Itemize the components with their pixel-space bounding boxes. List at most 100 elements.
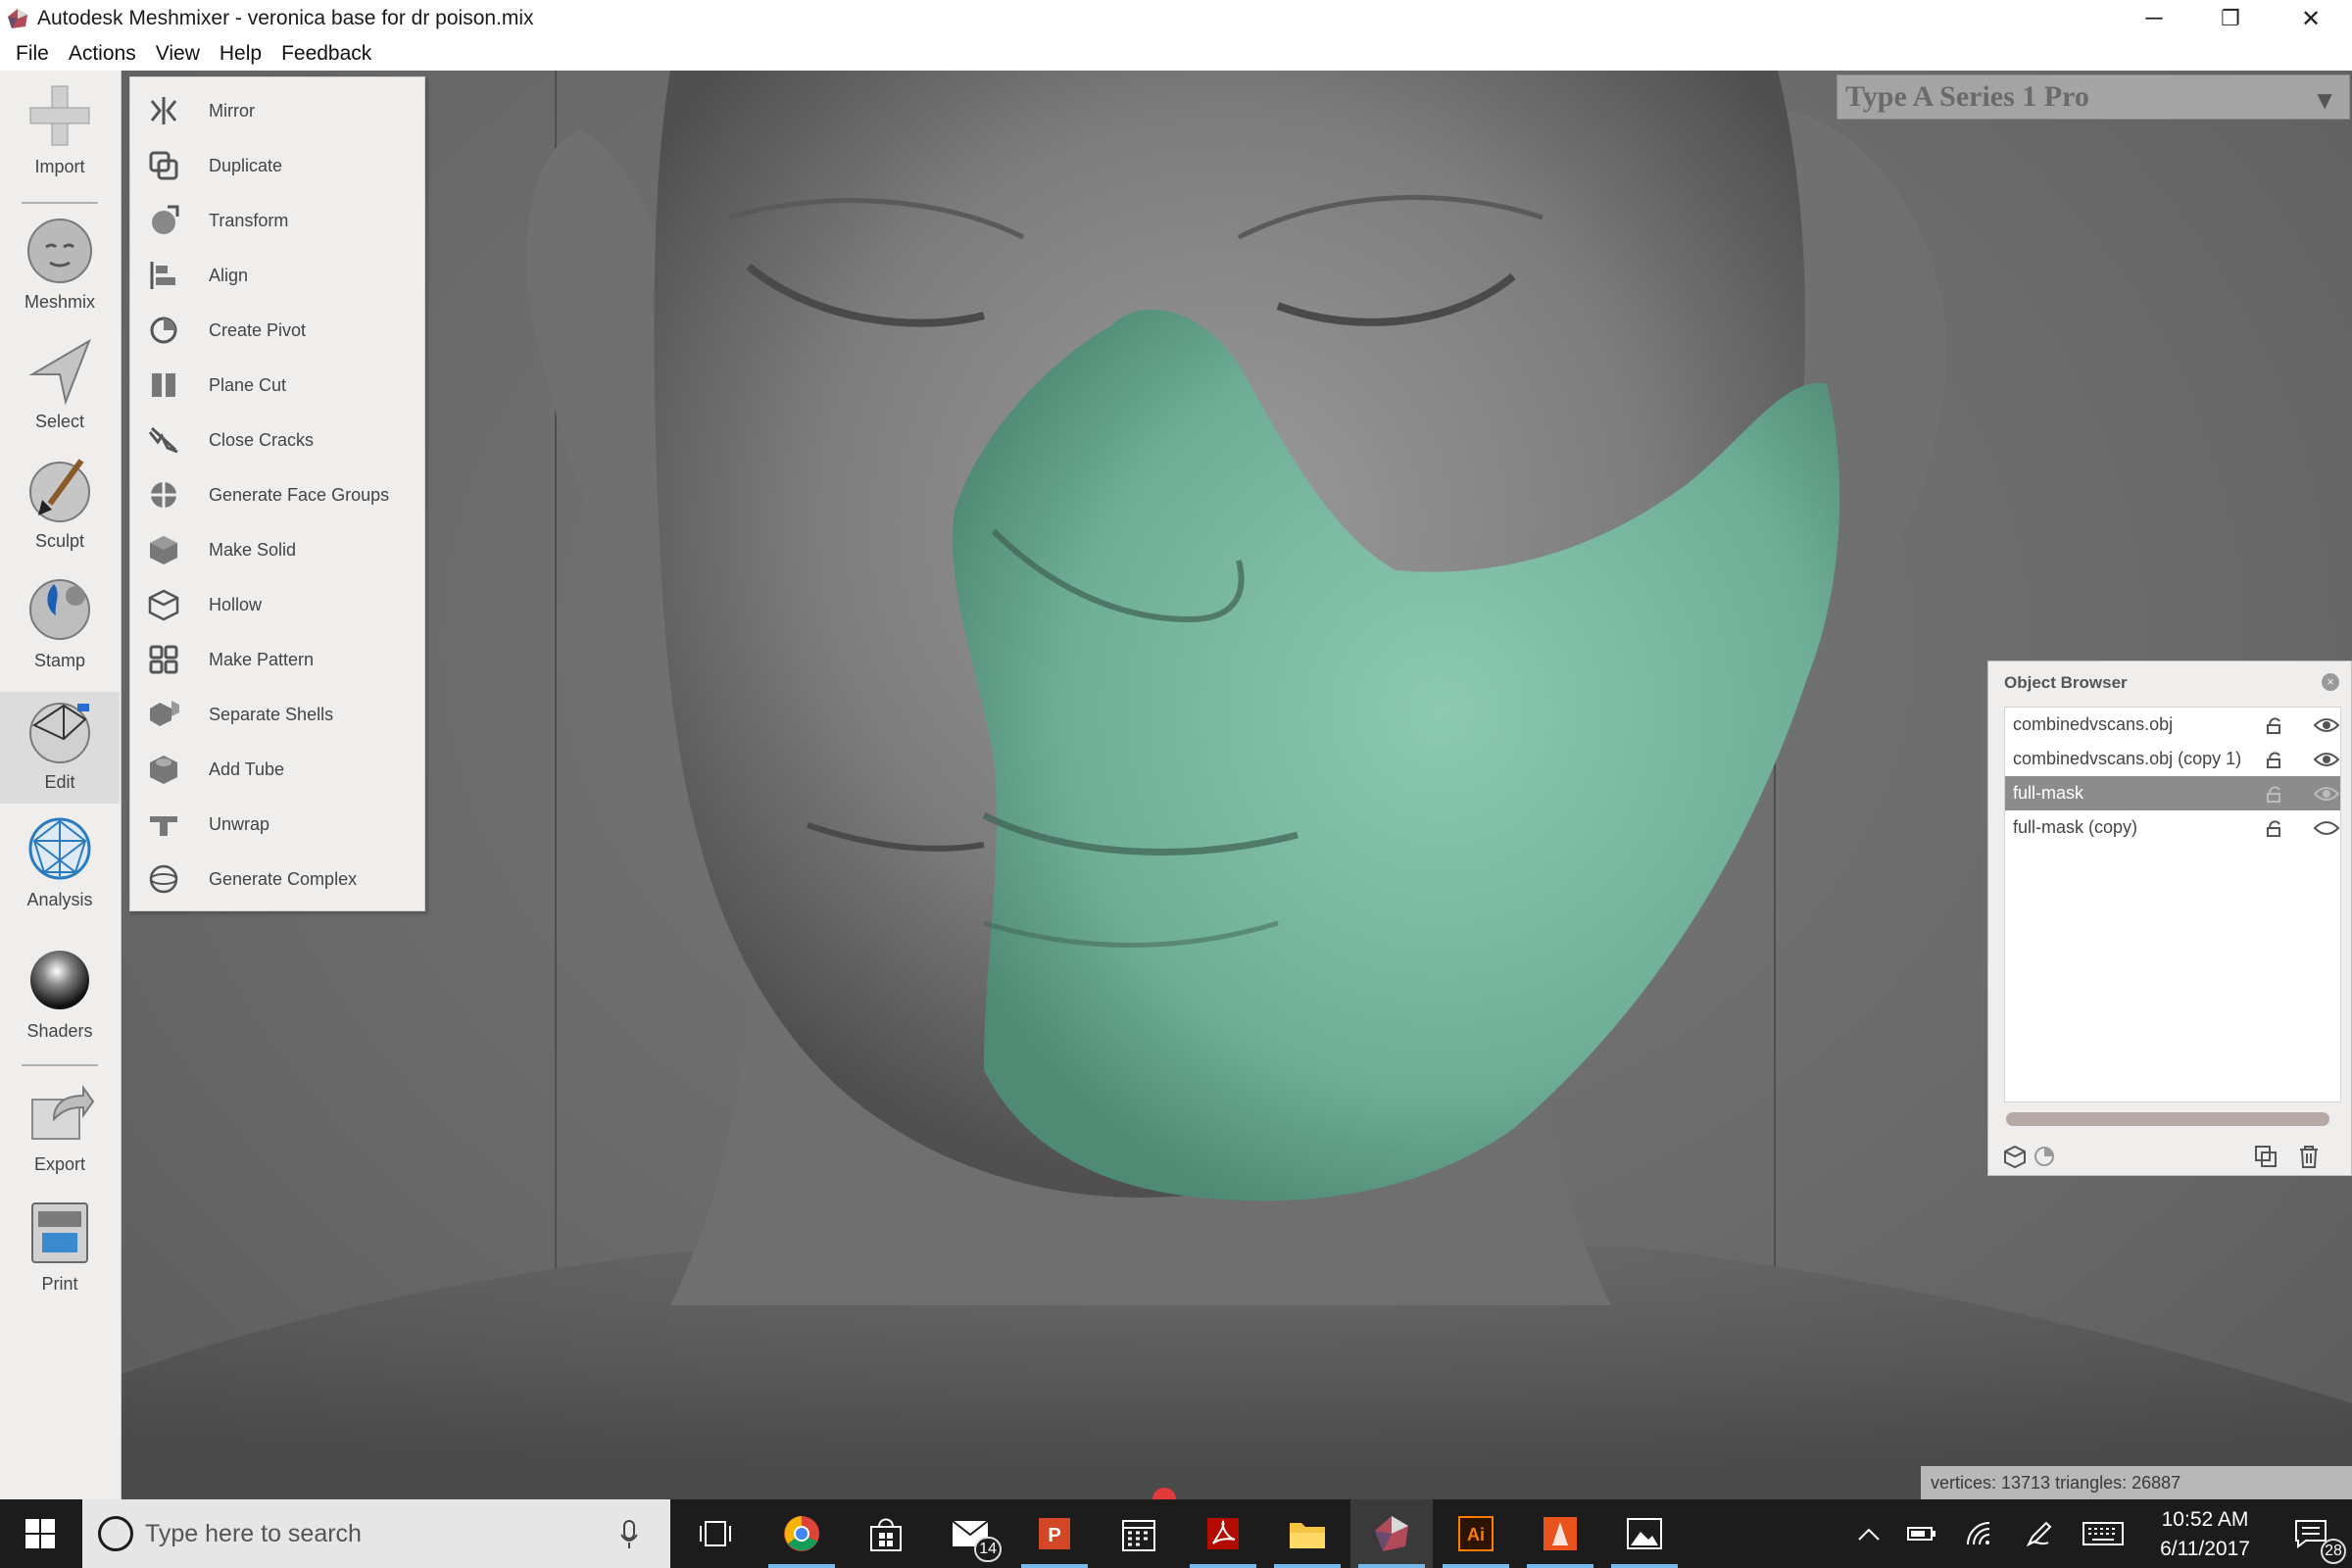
edit-menu-generate-face-groups[interactable]: Generate Face Groups xyxy=(130,469,424,520)
edit-menu-make-pattern[interactable]: Make Pattern xyxy=(130,634,424,685)
wire-sphere-icon xyxy=(29,703,90,763)
dropdown-arrow-icon[interactable]: ▼ xyxy=(2312,85,2337,116)
toolbar-separator xyxy=(22,202,98,204)
export-tool[interactable]: Export xyxy=(0,1078,120,1175)
menu-feedback[interactable]: Feedback xyxy=(271,37,381,71)
lock-icon[interactable] xyxy=(2262,816,2285,840)
edit-label: Edit xyxy=(44,772,75,792)
cube-icon[interactable] xyxy=(2002,1144,2028,1169)
edit-menu-make-solid[interactable]: Make Solid xyxy=(130,524,424,575)
edit-menu-separate-shells[interactable]: Separate Shells xyxy=(130,689,424,740)
tray-chevron-icon[interactable] xyxy=(1852,1517,1886,1550)
pivot-icon[interactable] xyxy=(2032,1144,2057,1169)
printer-selector[interactable]: Type A Series 1 Pro ▼ xyxy=(1837,74,2350,120)
duplicate-icon xyxy=(149,151,178,180)
menu-actions[interactable]: Actions xyxy=(59,37,146,71)
taskbar-clock[interactable]: 10:52 AM 6/11/2017 xyxy=(2136,1505,2274,1564)
minimize-button[interactable]: ─ xyxy=(2113,0,2195,37)
transform-icon xyxy=(152,205,179,234)
print-tool[interactable]: Print xyxy=(0,1198,120,1295)
notification-count: 28 xyxy=(2321,1539,2346,1564)
eye-icon[interactable] xyxy=(2313,782,2340,806)
task-view-icon xyxy=(700,1521,731,1546)
taskbar-illustrator[interactable]: Ai xyxy=(1435,1499,1517,1568)
taskbar-powerpoint[interactable]: P xyxy=(1013,1499,1096,1568)
stamp-icon xyxy=(29,579,90,640)
menu-file[interactable]: File xyxy=(6,37,59,71)
object-row-selected[interactable]: full-mask xyxy=(2005,776,2340,810)
edit-menu-transform[interactable]: Transform xyxy=(130,195,424,246)
meshmix-tool[interactable]: Meshmix xyxy=(0,216,120,313)
microphone-icon[interactable] xyxy=(619,1519,639,1550)
face-sphere-icon xyxy=(27,219,92,283)
task-view-button[interactable] xyxy=(674,1499,757,1568)
edit-menu-align[interactable]: Align xyxy=(130,250,424,301)
taskbar-meshmixer[interactable] xyxy=(1350,1499,1433,1568)
edit-tool[interactable]: Edit xyxy=(0,692,120,804)
printer-name: Type A Series 1 Pro xyxy=(1845,80,2089,113)
action-center-button[interactable]: 28 xyxy=(2270,1499,2352,1568)
tube-icon xyxy=(150,756,177,784)
edit-menu-label: Add Tube xyxy=(209,759,285,779)
edit-menu-generate-complex[interactable]: Generate Complex xyxy=(130,854,424,905)
taskbar-app-orange[interactable] xyxy=(1519,1499,1601,1568)
taskbar-photos[interactable] xyxy=(1603,1499,1686,1568)
plane-cut-icon xyxy=(152,373,175,397)
edit-menu-duplicate[interactable]: Duplicate xyxy=(130,140,424,191)
close-button[interactable]: ✕ xyxy=(2270,0,2352,37)
align-icon xyxy=(150,262,175,289)
edit-menu-panel: Mirror Duplicate Transform Align Create … xyxy=(129,76,425,911)
edit-menu-create-pivot[interactable]: Create Pivot xyxy=(130,305,424,356)
plus-icon xyxy=(29,85,90,146)
sculpt-label: Sculpt xyxy=(34,531,85,551)
lock-icon[interactable] xyxy=(2262,713,2285,737)
object-row[interactable]: combinedvscans.obj xyxy=(2005,708,2340,742)
object-row[interactable]: combinedvscans.obj (copy 1) xyxy=(2005,742,2340,776)
eye-icon[interactable] xyxy=(2313,748,2340,771)
edit-menu-add-tube[interactable]: Add Tube xyxy=(130,744,424,795)
sculpt-tool[interactable]: Sculpt xyxy=(0,455,120,552)
horizontal-scrollbar[interactable] xyxy=(2006,1112,2329,1126)
battery-icon[interactable] xyxy=(1905,1517,1938,1550)
lock-icon[interactable] xyxy=(2262,748,2285,771)
taskbar-acrobat[interactable] xyxy=(1182,1499,1264,1568)
start-button[interactable] xyxy=(0,1499,80,1568)
restore-button[interactable]: ❐ xyxy=(2189,0,2272,37)
taskbar-store[interactable] xyxy=(845,1499,927,1568)
wifi-icon[interactable] xyxy=(1964,1517,1997,1550)
object-row[interactable]: full-mask (copy) xyxy=(2005,810,2340,845)
edit-menu-plane-cut[interactable]: Plane Cut xyxy=(130,360,424,411)
analysis-tool[interactable]: Analysis xyxy=(0,813,120,910)
stamp-tool[interactable]: Stamp xyxy=(0,574,120,671)
solid-cube-icon xyxy=(150,536,177,564)
pen-icon[interactable] xyxy=(2023,1517,2056,1550)
select-tool[interactable]: Select xyxy=(0,335,120,432)
trash-icon[interactable] xyxy=(2296,1144,2322,1169)
shaders-tool[interactable]: Shaders xyxy=(0,945,120,1042)
close-icon[interactable]: × xyxy=(2322,673,2339,691)
hollow-cube-icon xyxy=(148,589,179,621)
duplicate-icon[interactable] xyxy=(2253,1144,2278,1169)
edit-menu-mirror[interactable]: Mirror xyxy=(130,85,424,136)
taskbar-search-box[interactable]: Type here to search xyxy=(82,1499,670,1568)
menu-view[interactable]: View xyxy=(146,37,210,71)
eye-closed-icon[interactable] xyxy=(2313,816,2340,840)
edit-menu-label: Generate Complex xyxy=(209,868,358,889)
edit-menu-label: Transform xyxy=(209,210,289,230)
import-tool[interactable]: Import xyxy=(0,80,120,177)
taskbar-mail[interactable]: 14 xyxy=(929,1499,1011,1568)
edit-menu-label: Separate Shells xyxy=(209,704,334,724)
lock-icon[interactable] xyxy=(2262,782,2285,806)
edit-menu-hollow[interactable]: Hollow xyxy=(130,579,424,630)
face-groups-icon xyxy=(149,480,178,510)
orange-app-icon xyxy=(1544,1517,1577,1550)
eye-icon[interactable] xyxy=(2313,713,2340,737)
taskbar-chrome[interactable] xyxy=(760,1499,843,1568)
menu-help[interactable]: Help xyxy=(210,37,271,71)
taskbar-file-explorer[interactable] xyxy=(1266,1499,1348,1568)
edit-menu-unwrap[interactable]: Unwrap xyxy=(130,799,424,850)
keyboard-icon[interactable] xyxy=(2082,1517,2125,1550)
taskbar-calendar[interactable] xyxy=(1098,1499,1180,1568)
folder-icon xyxy=(1290,1523,1325,1548)
edit-menu-close-cracks[interactable]: Close Cracks xyxy=(130,415,424,466)
